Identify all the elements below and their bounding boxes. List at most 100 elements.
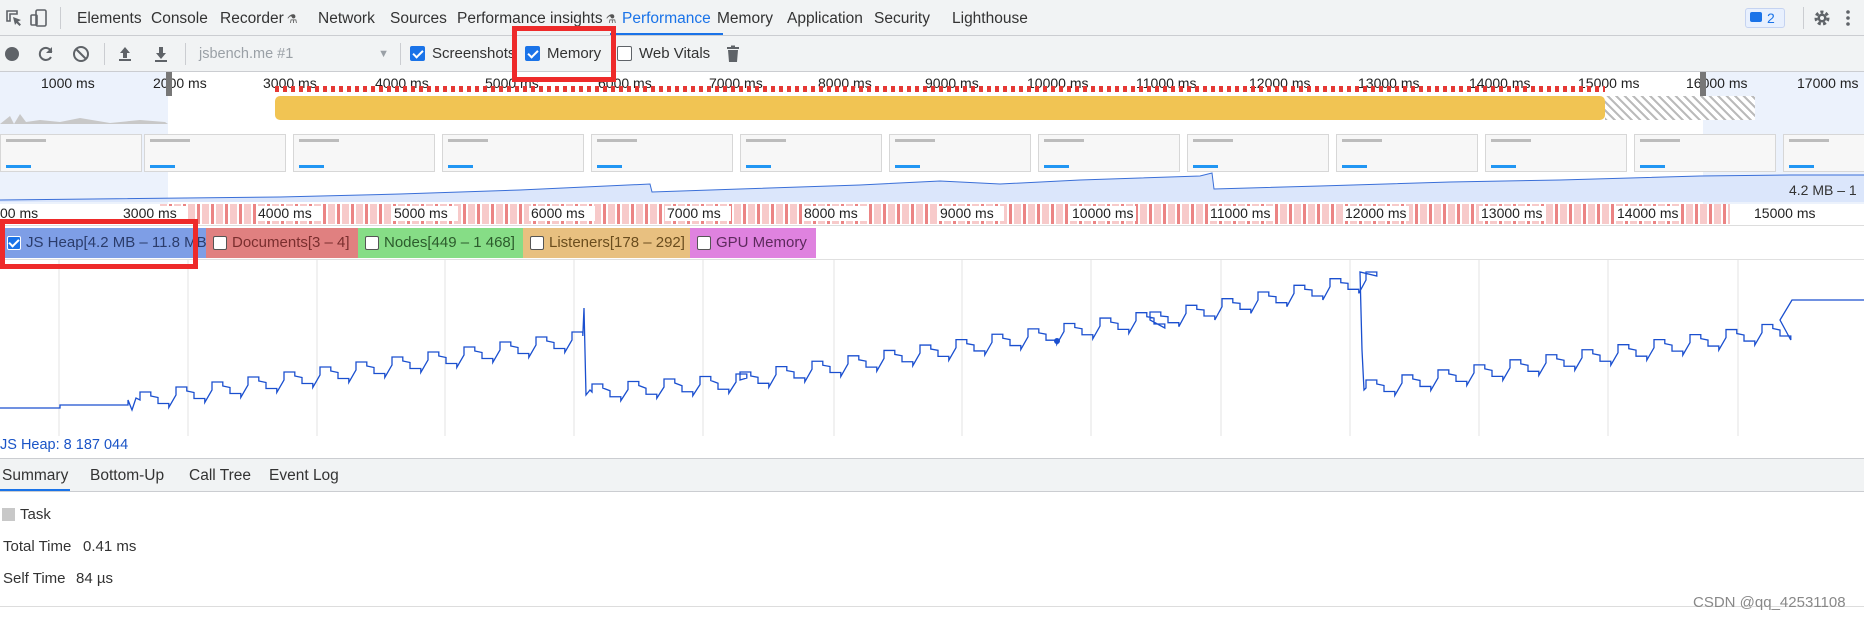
screenshot-thumbnail[interactable] [1336,134,1478,172]
memory-label[interactable]: Memory [547,45,601,62]
ruler-tick-label: 12000 ms [1345,205,1407,221]
screenshot-thumbnail[interactable] [1485,134,1627,172]
js-heap-value-label: JS Heap: 8 187 044 [0,437,129,453]
overview-left-handle[interactable] [166,72,172,96]
counter-checkbox[interactable] [213,236,227,250]
experiment-flask-icon: ⚗ [286,12,298,26]
total-time-label: Total Time [3,538,72,555]
counter-label: Listeners[178 – 292] [549,234,685,251]
profile-select[interactable]: jsbench.me #1 ▼ [199,44,389,64]
tab-call-tree[interactable]: Call Tree [189,459,251,491]
tab-bottom-up[interactable]: Bottom-Up [90,459,164,491]
toolbar-divider [60,7,61,29]
tab-elements[interactable]: Elements [77,0,142,35]
issues-counter-button[interactable]: 2 [1745,8,1785,28]
screenshot-thumbnail[interactable] [740,134,882,172]
reload-record-icon[interactable] [36,44,56,64]
inspect-element-icon[interactable] [4,8,24,28]
toolbar-divider [104,43,105,65]
counter-label: Documents[3 – 4] [232,234,350,251]
screenshot-thumbnail[interactable] [1783,134,1864,172]
timeline-overview[interactable]: 1000 ms 2000 ms 3000 ms 4000 ms 5000 ms 6000 … [0,72,1864,204]
watermark: CSDN @qq_42531108 [1693,594,1846,611]
profile-select-value: jsbench.me #1 [199,46,294,62]
tab-event-log[interactable]: Event Log [269,459,339,491]
tab-security[interactable]: Security [874,0,930,35]
counter-checkbox[interactable] [365,236,379,250]
nodes-counter[interactable]: Nodes[449 – 1 468] [358,228,523,258]
counter-label: GPU Memory [716,234,807,251]
counter-checkbox[interactable] [7,236,21,250]
chevron-down-icon: ▼ [378,48,389,60]
tab-memory[interactable]: Memory [717,0,773,35]
overview-right-handle[interactable] [1700,72,1706,96]
screenshot-thumbnail[interactable] [293,134,435,172]
issues-message-icon [1750,12,1762,22]
tab-network[interactable]: Network [318,0,375,35]
more-options-icon[interactable] [1838,8,1858,28]
tab-recorder[interactable]: Recorder ⚗ [220,0,298,35]
download-profile-icon[interactable] [151,44,171,64]
screenshot-thumbnail[interactable] [0,134,142,172]
toolbar-divider [185,43,186,65]
tab-sources[interactable]: Sources [390,0,447,35]
ruler-tick-label: 13000 ms [1481,205,1543,221]
toolbar-divider [1803,7,1804,29]
ruler-tick-label: 6000 ms [531,205,585,221]
counter-label: Nodes[449 – 1 468] [384,234,515,251]
js-heap-line [0,271,1864,412]
ruler-tick-label: 7000 ms [667,205,721,221]
ruler-tick-label: 8000 ms [804,205,858,221]
screenshots-checkbox[interactable] [410,46,425,61]
ruler-tick-label: 10000 ms [1072,205,1134,221]
overview-tick-label: 2000 ms [153,75,207,91]
screenshot-thumbnail[interactable] [1038,134,1180,172]
tab-performance[interactable]: Performance [610,0,723,35]
overview-heap-range-label: 4.2 MB – 1 [1789,182,1857,198]
js-heap-chart[interactable] [0,260,1864,436]
overview-tick-label: 1000 ms [41,75,95,91]
event-name: Task [20,506,51,523]
event-category-swatch [2,508,15,521]
overview-heap-graph [0,172,1864,202]
documents-counter[interactable]: Documents[3 – 4] [206,228,358,258]
ruler-tick-label: 15000 ms [1754,205,1816,221]
screenshots-label[interactable]: Screenshots [432,45,515,62]
trash-icon[interactable] [723,44,743,64]
js-heap-counter[interactable]: JS Heap[4.2 MB – 11.8 MB] [0,228,211,258]
counter-checkbox[interactable] [697,236,711,250]
tab-lighthouse[interactable]: Lighthouse [952,0,1028,35]
tab-summary[interactable]: Summary [0,459,71,491]
upload-profile-icon[interactable] [115,44,135,64]
screenshot-thumbnail[interactable] [442,134,584,172]
screenshot-filmstrip[interactable] [0,134,1864,174]
details-tab-bar: Summary Bottom-Up Call Tree Event Log [0,458,1864,492]
memory-checkbox[interactable] [525,46,540,61]
memory-counters-legend: JS Heap[4.2 MB – 11.8 MB] Documents[3 – 4… [0,226,1864,260]
overview-tick-label: 16000 ms [1686,75,1748,91]
gpu-memory-counter[interactable]: GPU Memory [690,228,816,258]
ruler-tick-label: 14000 ms [1617,205,1679,221]
screenshot-thumbnail[interactable] [889,134,1031,172]
gear-icon[interactable] [1812,8,1832,28]
overview-idle-band [1605,96,1755,120]
screenshot-thumbnail[interactable] [1634,134,1776,172]
bottom-divider [0,606,1864,607]
overview-long-task-markers [275,86,1605,92]
device-toolbar-icon[interactable] [29,8,49,28]
record-icon[interactable] [2,44,22,64]
screenshot-thumbnail[interactable] [591,134,733,172]
tab-performance-insights[interactable]: Performance insights ⚗ [457,0,616,35]
listeners-counter[interactable]: Listeners[178 – 292] [523,228,690,258]
ruler-tick-label: 00 ms [0,205,39,221]
web-vitals-checkbox[interactable] [617,46,632,61]
tab-console[interactable]: Console [151,0,208,35]
tab-application[interactable]: Application [787,0,863,35]
screenshot-thumbnail[interactable] [1187,134,1329,172]
screenshot-thumbnail[interactable] [144,134,286,172]
ruler-tick-label: 11000 ms [1210,205,1271,221]
web-vitals-label[interactable]: Web Vitals [639,45,710,62]
clear-icon[interactable] [71,44,91,64]
ruler-tick-label: 9000 ms [940,205,994,221]
counter-checkbox[interactable] [530,236,544,250]
